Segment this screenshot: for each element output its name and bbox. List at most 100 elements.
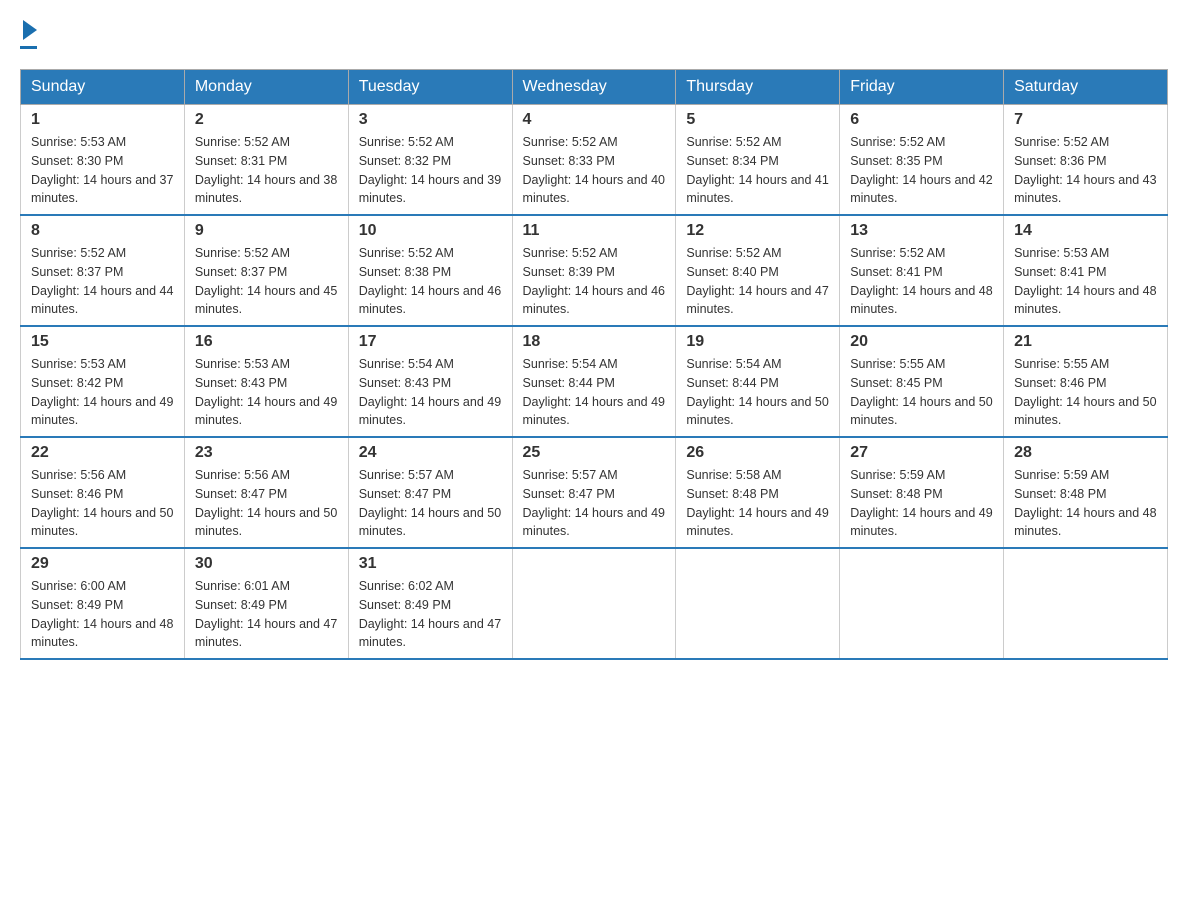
day-number: 23 (195, 444, 338, 462)
day-number: 27 (850, 444, 993, 462)
page-header (20, 20, 1168, 49)
week-row-4: 22 Sunrise: 5:56 AM Sunset: 8:46 PM Dayl… (21, 437, 1168, 548)
day-info: Sunrise: 5:59 AM Sunset: 8:48 PM Dayligh… (1014, 466, 1157, 541)
day-number: 16 (195, 333, 338, 351)
calendar-cell: 26 Sunrise: 5:58 AM Sunset: 8:48 PM Dayl… (676, 437, 840, 548)
calendar-cell: 27 Sunrise: 5:59 AM Sunset: 8:48 PM Dayl… (840, 437, 1004, 548)
col-monday: Monday (184, 70, 348, 105)
day-number: 4 (523, 111, 666, 129)
day-number: 1 (31, 111, 174, 129)
calendar-cell: 10 Sunrise: 5:52 AM Sunset: 8:38 PM Dayl… (348, 215, 512, 326)
calendar-cell: 14 Sunrise: 5:53 AM Sunset: 8:41 PM Dayl… (1004, 215, 1168, 326)
calendar-cell: 30 Sunrise: 6:01 AM Sunset: 8:49 PM Dayl… (184, 548, 348, 659)
calendar-cell: 6 Sunrise: 5:52 AM Sunset: 8:35 PM Dayli… (840, 105, 1004, 216)
day-number: 8 (31, 222, 174, 240)
day-info: Sunrise: 5:58 AM Sunset: 8:48 PM Dayligh… (686, 466, 829, 541)
day-info: Sunrise: 5:52 AM Sunset: 8:33 PM Dayligh… (523, 133, 666, 208)
day-info: Sunrise: 5:57 AM Sunset: 8:47 PM Dayligh… (359, 466, 502, 541)
week-row-1: 1 Sunrise: 5:53 AM Sunset: 8:30 PM Dayli… (21, 105, 1168, 216)
calendar-cell: 19 Sunrise: 5:54 AM Sunset: 8:44 PM Dayl… (676, 326, 840, 437)
day-info: Sunrise: 5:59 AM Sunset: 8:48 PM Dayligh… (850, 466, 993, 541)
calendar-cell: 12 Sunrise: 5:52 AM Sunset: 8:40 PM Dayl… (676, 215, 840, 326)
day-info: Sunrise: 5:52 AM Sunset: 8:37 PM Dayligh… (31, 244, 174, 319)
day-number: 17 (359, 333, 502, 351)
calendar-cell: 13 Sunrise: 5:52 AM Sunset: 8:41 PM Dayl… (840, 215, 1004, 326)
day-info: Sunrise: 5:52 AM Sunset: 8:41 PM Dayligh… (850, 244, 993, 319)
day-info: Sunrise: 5:52 AM Sunset: 8:36 PM Dayligh… (1014, 133, 1157, 208)
calendar-cell: 2 Sunrise: 5:52 AM Sunset: 8:31 PM Dayli… (184, 105, 348, 216)
day-number: 21 (1014, 333, 1157, 351)
day-number: 6 (850, 111, 993, 129)
day-number: 26 (686, 444, 829, 462)
day-number: 12 (686, 222, 829, 240)
calendar-table: Sunday Monday Tuesday Wednesday Thursday… (20, 69, 1168, 660)
calendar-header-row: Sunday Monday Tuesday Wednesday Thursday… (21, 70, 1168, 105)
day-info: Sunrise: 6:00 AM Sunset: 8:49 PM Dayligh… (31, 577, 174, 652)
day-number: 14 (1014, 222, 1157, 240)
col-saturday: Saturday (1004, 70, 1168, 105)
calendar-cell: 3 Sunrise: 5:52 AM Sunset: 8:32 PM Dayli… (348, 105, 512, 216)
calendar-cell: 4 Sunrise: 5:52 AM Sunset: 8:33 PM Dayli… (512, 105, 676, 216)
col-sunday: Sunday (21, 70, 185, 105)
day-info: Sunrise: 5:55 AM Sunset: 8:45 PM Dayligh… (850, 355, 993, 430)
col-wednesday: Wednesday (512, 70, 676, 105)
day-info: Sunrise: 5:53 AM Sunset: 8:43 PM Dayligh… (195, 355, 338, 430)
day-number: 31 (359, 555, 502, 573)
week-row-3: 15 Sunrise: 5:53 AM Sunset: 8:42 PM Dayl… (21, 326, 1168, 437)
day-info: Sunrise: 5:52 AM Sunset: 8:31 PM Dayligh… (195, 133, 338, 208)
day-number: 28 (1014, 444, 1157, 462)
day-info: Sunrise: 6:02 AM Sunset: 8:49 PM Dayligh… (359, 577, 502, 652)
day-number: 15 (31, 333, 174, 351)
calendar-cell: 24 Sunrise: 5:57 AM Sunset: 8:47 PM Dayl… (348, 437, 512, 548)
calendar-cell: 9 Sunrise: 5:52 AM Sunset: 8:37 PM Dayli… (184, 215, 348, 326)
day-info: Sunrise: 5:52 AM Sunset: 8:39 PM Dayligh… (523, 244, 666, 319)
calendar-cell: 8 Sunrise: 5:52 AM Sunset: 8:37 PM Dayli… (21, 215, 185, 326)
day-number: 19 (686, 333, 829, 351)
calendar-cell (1004, 548, 1168, 659)
day-info: Sunrise: 6:01 AM Sunset: 8:49 PM Dayligh… (195, 577, 338, 652)
calendar-cell (676, 548, 840, 659)
day-info: Sunrise: 5:53 AM Sunset: 8:42 PM Dayligh… (31, 355, 174, 430)
day-info: Sunrise: 5:53 AM Sunset: 8:30 PM Dayligh… (31, 133, 174, 208)
calendar-cell: 31 Sunrise: 6:02 AM Sunset: 8:49 PM Dayl… (348, 548, 512, 659)
day-info: Sunrise: 5:52 AM Sunset: 8:32 PM Dayligh… (359, 133, 502, 208)
calendar-cell: 20 Sunrise: 5:55 AM Sunset: 8:45 PM Dayl… (840, 326, 1004, 437)
week-row-5: 29 Sunrise: 6:00 AM Sunset: 8:49 PM Dayl… (21, 548, 1168, 659)
day-number: 3 (359, 111, 502, 129)
day-number: 22 (31, 444, 174, 462)
day-info: Sunrise: 5:53 AM Sunset: 8:41 PM Dayligh… (1014, 244, 1157, 319)
calendar-cell: 29 Sunrise: 6:00 AM Sunset: 8:49 PM Dayl… (21, 548, 185, 659)
calendar-cell: 11 Sunrise: 5:52 AM Sunset: 8:39 PM Dayl… (512, 215, 676, 326)
day-info: Sunrise: 5:54 AM Sunset: 8:44 PM Dayligh… (686, 355, 829, 430)
day-info: Sunrise: 5:55 AM Sunset: 8:46 PM Dayligh… (1014, 355, 1157, 430)
calendar-cell: 21 Sunrise: 5:55 AM Sunset: 8:46 PM Dayl… (1004, 326, 1168, 437)
day-number: 7 (1014, 111, 1157, 129)
day-info: Sunrise: 5:56 AM Sunset: 8:47 PM Dayligh… (195, 466, 338, 541)
calendar-cell: 22 Sunrise: 5:56 AM Sunset: 8:46 PM Dayl… (21, 437, 185, 548)
col-thursday: Thursday (676, 70, 840, 105)
calendar-cell: 7 Sunrise: 5:52 AM Sunset: 8:36 PM Dayli… (1004, 105, 1168, 216)
col-tuesday: Tuesday (348, 70, 512, 105)
calendar-cell: 16 Sunrise: 5:53 AM Sunset: 8:43 PM Dayl… (184, 326, 348, 437)
day-number: 25 (523, 444, 666, 462)
day-number: 5 (686, 111, 829, 129)
calendar-cell: 23 Sunrise: 5:56 AM Sunset: 8:47 PM Dayl… (184, 437, 348, 548)
day-info: Sunrise: 5:56 AM Sunset: 8:46 PM Dayligh… (31, 466, 174, 541)
col-friday: Friday (840, 70, 1004, 105)
day-number: 24 (359, 444, 502, 462)
calendar-cell: 1 Sunrise: 5:53 AM Sunset: 8:30 PM Dayli… (21, 105, 185, 216)
day-info: Sunrise: 5:52 AM Sunset: 8:38 PM Dayligh… (359, 244, 502, 319)
calendar-cell: 15 Sunrise: 5:53 AM Sunset: 8:42 PM Dayl… (21, 326, 185, 437)
week-row-2: 8 Sunrise: 5:52 AM Sunset: 8:37 PM Dayli… (21, 215, 1168, 326)
calendar-cell: 5 Sunrise: 5:52 AM Sunset: 8:34 PM Dayli… (676, 105, 840, 216)
calendar-cell (840, 548, 1004, 659)
calendar-cell: 17 Sunrise: 5:54 AM Sunset: 8:43 PM Dayl… (348, 326, 512, 437)
day-number: 10 (359, 222, 502, 240)
day-info: Sunrise: 5:52 AM Sunset: 8:34 PM Dayligh… (686, 133, 829, 208)
day-number: 13 (850, 222, 993, 240)
day-info: Sunrise: 5:54 AM Sunset: 8:43 PM Dayligh… (359, 355, 502, 430)
calendar-cell: 25 Sunrise: 5:57 AM Sunset: 8:47 PM Dayl… (512, 437, 676, 548)
day-info: Sunrise: 5:57 AM Sunset: 8:47 PM Dayligh… (523, 466, 666, 541)
day-number: 18 (523, 333, 666, 351)
day-number: 9 (195, 222, 338, 240)
